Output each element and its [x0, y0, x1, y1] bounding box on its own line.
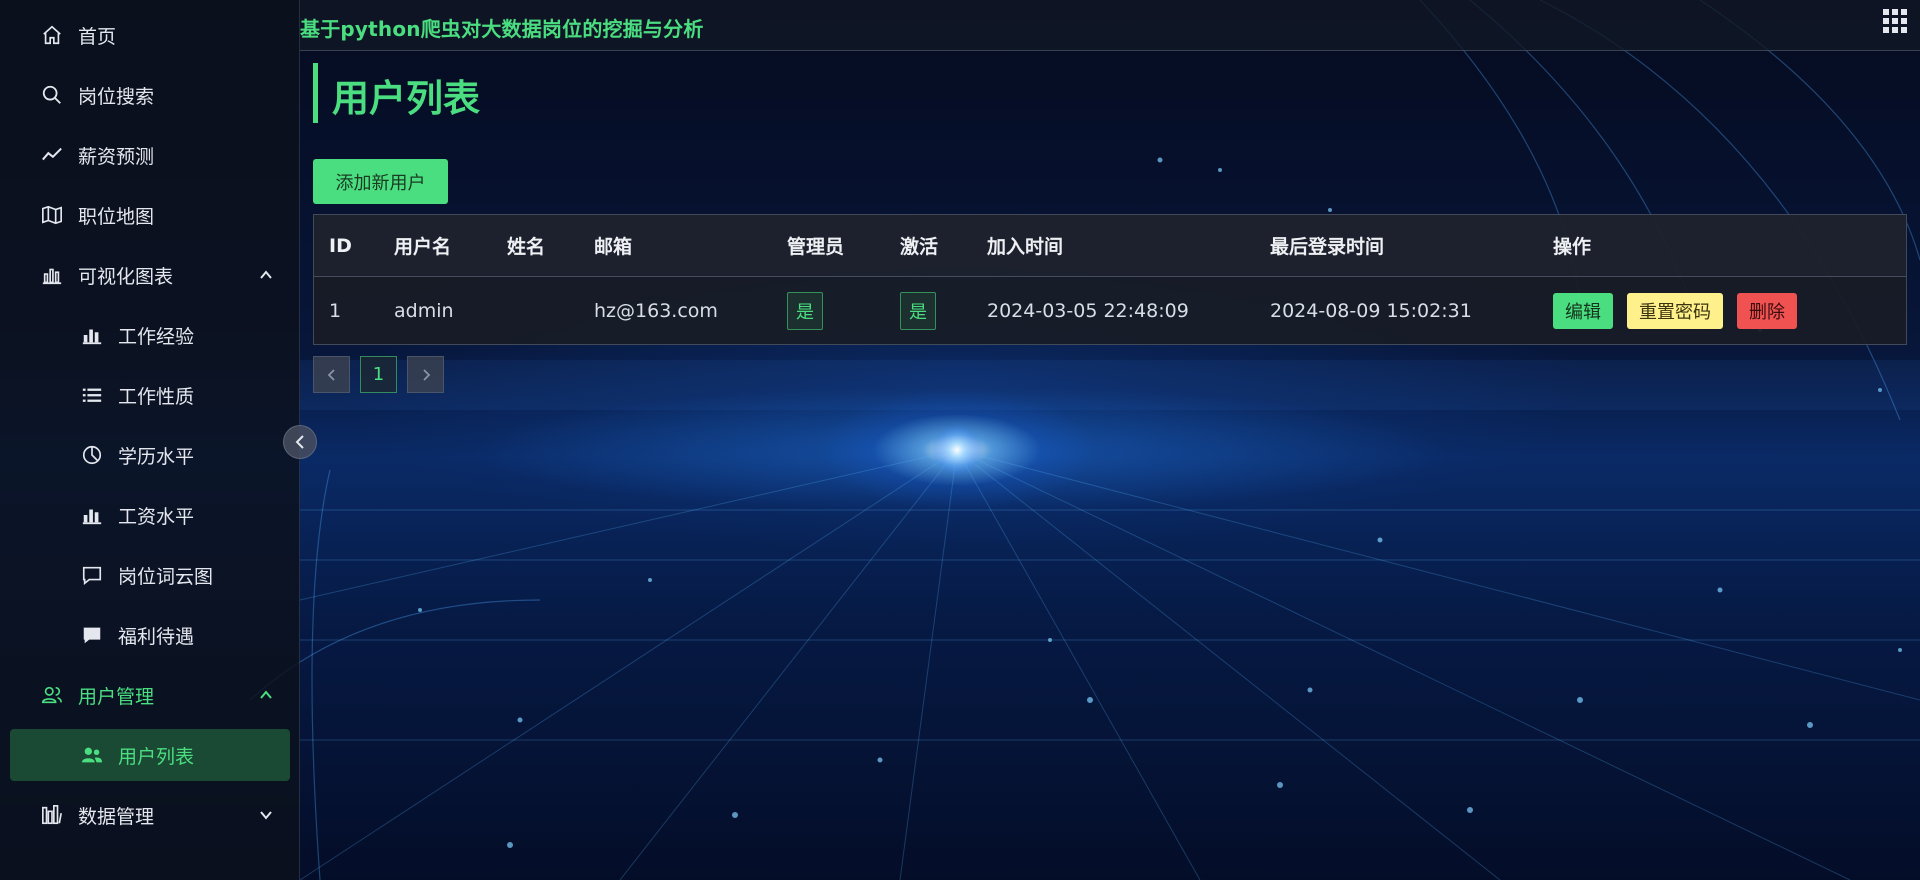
sidebar-item-education[interactable]: 学历水平 [0, 430, 300, 480]
chevron-right-icon [422, 368, 430, 381]
sidebar-item-label: 福利待遇 [118, 625, 195, 648]
column-header-email: 邮箱 [594, 236, 633, 258]
sidebar-item-user-list[interactable]: 用户列表 [10, 729, 290, 781]
sidebar-item-label: 首页 [78, 25, 117, 48]
chat-outline-icon [80, 563, 104, 587]
pagination-next-button[interactable] [407, 356, 444, 393]
apps-grid-icon[interactable] [1882, 8, 1908, 34]
chevron-down-icon [260, 811, 272, 820]
column-header-actions: 操作 [1553, 236, 1592, 258]
pie-chart-icon [80, 443, 104, 467]
sidebar-item-label: 用户管理 [78, 685, 155, 708]
chevron-up-icon [260, 690, 272, 699]
chevron-left-icon [295, 435, 304, 449]
search-icon [40, 83, 64, 107]
sidebar-item-work-nature[interactable]: 工作性质 [0, 370, 300, 420]
top-bar: 基于python爬虫对大数据岗位的挖掘与分析 [300, 0, 1920, 51]
active-badge: 是 [900, 292, 936, 330]
sidebar: 首页 岗位搜索 薪资预测 职位地图 可视化图表 工作经验 工作性质 学历水平 工… [0, 0, 300, 880]
user-table: ID 用户名 姓名 邮箱 管理员 激活 加入时间 最后登录时间 操作 1 adm… [313, 214, 1907, 345]
sidebar-item-word-cloud[interactable]: 岗位词云图 [0, 550, 300, 600]
sidebar-item-label: 工资水平 [118, 505, 195, 528]
cell-actions: 编辑 重置密码 删除 [1553, 277, 1811, 345]
sidebar-item-label: 工作经验 [118, 325, 195, 348]
chevron-up-icon [260, 270, 272, 279]
sidebar-item-salary-prediction[interactable]: 薪资预测 [0, 130, 300, 180]
delete-button[interactable]: 删除 [1737, 293, 1797, 329]
column-header-last-login: 最后登录时间 [1270, 236, 1385, 258]
cell-username: admin [394, 300, 454, 322]
cell-active: 是 [900, 277, 936, 345]
reset-password-button[interactable]: 重置密码 [1627, 293, 1723, 329]
cell-id: 1 [329, 300, 342, 322]
sidebar-item-label: 岗位搜索 [78, 85, 155, 108]
sidebar-item-label: 工作性质 [118, 385, 195, 408]
page-title-accent [313, 63, 318, 123]
column-header-id: ID [329, 234, 352, 257]
sidebar-collapse-button[interactable] [283, 425, 317, 459]
sidebar-item-job-map[interactable]: 职位地图 [0, 190, 300, 240]
edit-button[interactable]: 编辑 [1553, 293, 1613, 329]
column-header-username: 用户名 [394, 236, 452, 258]
database-icon [40, 803, 64, 827]
sidebar-item-label: 数据管理 [78, 805, 155, 828]
add-user-button[interactable]: 添加新用户 [313, 159, 448, 204]
bar-chart-outline-icon [40, 263, 64, 287]
bar-chart-icon [80, 323, 104, 347]
sidebar-item-salary-level[interactable]: 工资水平 [0, 490, 300, 540]
sidebar-item-label: 职位地图 [78, 205, 155, 228]
column-header-active: 激活 [900, 236, 939, 258]
trend-icon [40, 143, 64, 167]
bar-chart-icon [80, 503, 104, 527]
sidebar-item-label: 岗位词云图 [118, 565, 214, 588]
sidebar-item-user-management[interactable]: 用户管理 [0, 670, 300, 720]
cell-admin: 是 [787, 277, 823, 345]
chevron-left-icon [327, 368, 335, 381]
sidebar-item-charts[interactable]: 可视化图表 [0, 250, 300, 300]
sidebar-item-label: 薪资预测 [78, 145, 155, 168]
table-header: ID 用户名 姓名 邮箱 管理员 激活 加入时间 最后登录时间 操作 [314, 215, 1906, 277]
sidebar-item-label: 可视化图表 [78, 265, 174, 288]
cell-last-login: 2024-08-09 15:02:31 [1270, 300, 1472, 322]
sidebar-item-benefits[interactable]: 福利待遇 [0, 610, 300, 660]
sidebar-item-home[interactable]: 首页 [0, 10, 300, 60]
sidebar-item-data-management[interactable]: 数据管理 [0, 790, 300, 840]
sidebar-item-label: 用户列表 [118, 745, 195, 768]
column-header-admin: 管理员 [787, 236, 845, 258]
map-icon [40, 203, 64, 227]
page-title: 用户列表 [332, 77, 480, 120]
table-row: 1 admin hz@163.com 是 是 2024-03-05 22:48:… [314, 277, 1906, 345]
sidebar-item-work-experience[interactable]: 工作经验 [0, 310, 300, 360]
sidebar-item-job-search[interactable]: 岗位搜索 [0, 70, 300, 120]
home-icon [40, 23, 64, 47]
column-header-joined: 加入时间 [987, 236, 1064, 258]
pagination-prev-button[interactable] [313, 356, 350, 393]
list-icon [80, 383, 104, 407]
pagination-page-button[interactable]: 1 [360, 356, 397, 393]
users-fill-icon [80, 743, 104, 767]
column-header-name: 姓名 [507, 236, 546, 258]
admin-badge: 是 [787, 292, 823, 330]
cell-email: hz@163.com [594, 300, 718, 322]
app-title: 基于python爬虫对大数据岗位的挖掘与分析 [300, 17, 704, 41]
sidebar-item-label: 学历水平 [118, 445, 195, 468]
chat-icon [80, 623, 104, 647]
cell-joined: 2024-03-05 22:48:09 [987, 300, 1189, 322]
users-icon [40, 683, 64, 707]
